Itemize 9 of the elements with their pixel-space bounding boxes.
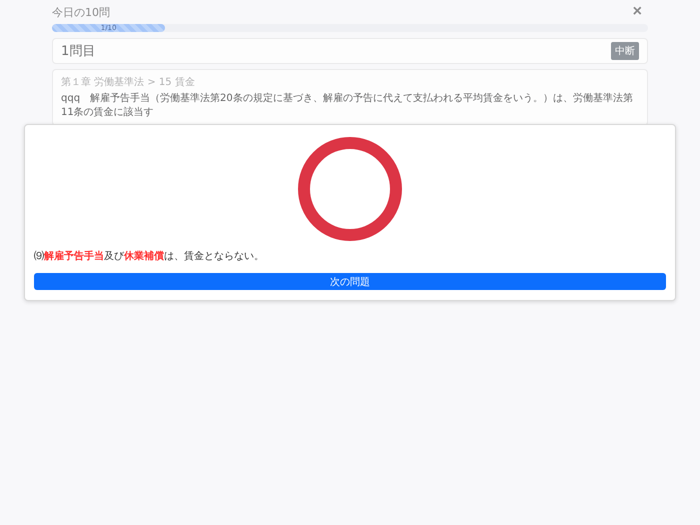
question-text: qqq 解雇予告手当（労働基準法第20条の規定に基づき、解雇の予告に代えて支払われる平均賃金をいう。）は、労働基準法第11条の賃金に該当す [61, 92, 634, 120]
close-button[interactable]: × [626, 3, 648, 21]
breadcrumb: 第１章 労働基準法 > 15 賃金 [61, 76, 196, 89]
page-title: 今日の10問 [52, 4, 110, 20]
suspend-button[interactable]: 中断 [611, 42, 639, 60]
question-number: 1問目 [61, 43, 96, 60]
correct-circle-icon [296, 135, 404, 243]
explanation-text: ⑼解雇予告手当及び休業補償は、賃金とならない。 [34, 249, 265, 263]
next-question-button[interactable]: 次の問題 [34, 273, 666, 290]
